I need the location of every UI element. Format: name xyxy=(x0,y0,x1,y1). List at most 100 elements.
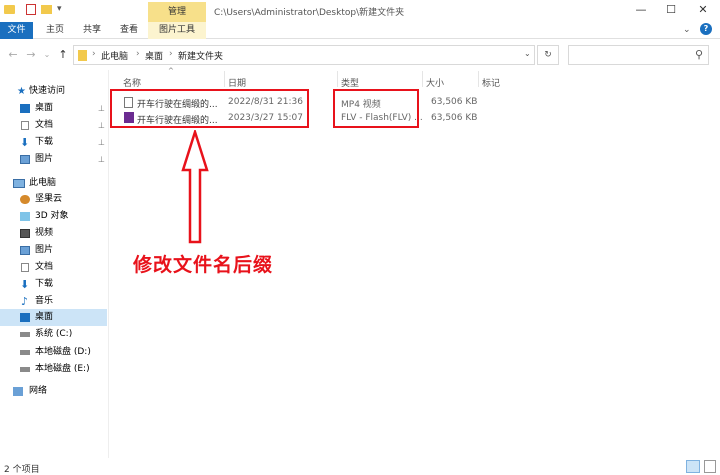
pin-icon[interactable]: ⊥ xyxy=(98,117,105,134)
nav-pictures[interactable]: 图片 ⊥ xyxy=(0,151,107,168)
nav-network[interactable]: 网络 xyxy=(0,383,107,400)
nav-downloads[interactable]: ⬇ 下载 ⊥ xyxy=(0,134,107,151)
nav-pictures-pc[interactable]: 图片 xyxy=(0,242,107,259)
nav-label: 本地磁盘 (E:) xyxy=(35,364,90,374)
ribbon-bar xyxy=(0,22,720,39)
nav-music[interactable]: ♪ 音乐 xyxy=(0,293,107,310)
nav-label: 网络 xyxy=(29,386,48,396)
up-arrow-annotation xyxy=(181,130,209,244)
column-divider xyxy=(224,71,225,87)
document-icon xyxy=(21,121,29,130)
file-size: 63,506 KB xyxy=(431,97,478,107)
breadcrumb-new-folder[interactable]: 新建文件夹 xyxy=(178,49,223,62)
annotation-text: 修改文件名后缀 xyxy=(133,254,274,276)
breadcrumb-separator: › xyxy=(92,49,96,59)
nav-documents[interactable]: 文档 ⊥ xyxy=(0,117,107,134)
nav-label: 图片 xyxy=(35,154,54,164)
desktop-icon xyxy=(20,104,30,113)
nav-this-pc[interactable]: 此电脑 xyxy=(0,175,107,192)
cube-icon xyxy=(20,212,30,221)
refresh-button[interactable]: ↻ xyxy=(537,45,559,65)
nav-label: 桌面 xyxy=(35,312,54,322)
drive-icon xyxy=(20,350,30,355)
search-icon: ⚲ xyxy=(695,48,704,61)
star-icon: ★ xyxy=(17,86,26,97)
minimize-button[interactable]: — xyxy=(634,3,648,17)
nav-quick-access[interactable]: ★ 快速访问 xyxy=(0,83,107,100)
breadcrumb-desktop[interactable]: 桌面 xyxy=(145,49,163,62)
nav-jianguoyun[interactable]: 坚果云 xyxy=(0,191,107,208)
address-bar[interactable] xyxy=(73,45,535,65)
computer-icon xyxy=(13,179,25,188)
manage-context-tab[interactable]: 管理 xyxy=(148,2,206,22)
close-button[interactable]: ✕ xyxy=(696,3,710,17)
nav-label: 音乐 xyxy=(35,296,54,306)
desktop-icon xyxy=(20,313,30,322)
back-button[interactable]: ← xyxy=(6,48,20,62)
picture-icon xyxy=(20,155,30,164)
picture-icon xyxy=(20,246,30,255)
nav-3d-objects[interactable]: 3D 对象 xyxy=(0,208,107,225)
new-folder-icon[interactable] xyxy=(41,5,52,14)
tab-picture-tools[interactable]: 图片工具 xyxy=(148,22,206,39)
file-size: 63,506 KB xyxy=(431,113,478,123)
maximize-button[interactable]: ☐ xyxy=(664,3,678,17)
nav-downloads-pc[interactable]: ⬇ 下载 xyxy=(0,276,107,293)
drive-icon xyxy=(20,332,30,337)
pin-icon[interactable]: ⊥ xyxy=(98,151,105,168)
document-icon xyxy=(21,263,29,272)
tab-view[interactable]: 查看 xyxy=(120,22,138,39)
column-header-tags[interactable]: 标记 xyxy=(482,76,500,89)
nav-drive-e[interactable]: 本地磁盘 (E:) xyxy=(0,361,107,378)
recent-locations-button[interactable]: ⌄ xyxy=(40,48,54,62)
column-divider xyxy=(422,71,423,87)
breadcrumb-this-pc[interactable]: 此电脑 xyxy=(101,49,128,62)
nav-pane-divider xyxy=(108,70,109,458)
tab-file[interactable]: 文件 xyxy=(0,22,33,39)
nav-label: 3D 对象 xyxy=(35,211,69,221)
column-header-name[interactable]: 名称 xyxy=(123,76,141,89)
nav-drive-d[interactable]: 本地磁盘 (D:) xyxy=(0,344,107,361)
nav-label: 下载 xyxy=(35,279,54,289)
nav-videos[interactable]: 视频 xyxy=(0,225,107,242)
nav-desktop[interactable]: 桌面 ⊥ xyxy=(0,100,107,117)
help-icon[interactable]: ? xyxy=(700,23,712,35)
column-header-date[interactable]: 日期 xyxy=(228,76,246,89)
nav-label: 桌面 xyxy=(35,103,54,113)
tab-home[interactable]: 主页 xyxy=(46,22,64,39)
large-icons-view-icon[interactable] xyxy=(704,460,716,473)
nav-label: 本地磁盘 (D:) xyxy=(35,347,91,357)
nav-label: 视频 xyxy=(35,228,54,238)
search-input[interactable] xyxy=(568,45,709,65)
nav-label: 快速访问 xyxy=(29,86,66,96)
film-icon xyxy=(20,229,30,238)
nav-label: 文档 xyxy=(35,120,54,130)
details-view-icon[interactable] xyxy=(686,460,700,473)
folder-icon xyxy=(78,50,87,61)
breadcrumb-separator: › xyxy=(136,49,140,59)
forward-button[interactable]: → xyxy=(24,48,38,62)
properties-icon[interactable] xyxy=(26,4,36,15)
up-button[interactable]: ↑ xyxy=(56,48,70,62)
nav-label: 文档 xyxy=(35,262,54,272)
nav-label: 此电脑 xyxy=(29,178,57,188)
column-header-size[interactable]: 大小 xyxy=(426,76,444,89)
breadcrumb-separator: › xyxy=(169,49,173,59)
pin-icon[interactable]: ⊥ xyxy=(98,134,105,151)
nav-desktop-pc-selected[interactable]: 桌面 xyxy=(0,309,107,326)
quick-access-toolbar-dropdown-icon[interactable]: ▾ xyxy=(57,4,62,14)
music-note-icon: ♪ xyxy=(21,295,29,308)
column-header-type[interactable]: 类型 xyxy=(341,76,359,89)
nav-label: 坚果云 xyxy=(35,194,63,204)
address-dropdown-icon[interactable]: ⌄ xyxy=(524,49,531,58)
pin-icon[interactable]: ⊥ xyxy=(98,100,105,117)
tab-share[interactable]: 共享 xyxy=(83,22,101,39)
download-icon: ⬇ xyxy=(20,278,30,291)
nav-documents-pc[interactable]: 文档 xyxy=(0,259,107,276)
ribbon-expand-icon[interactable]: ⌄ xyxy=(683,25,691,35)
nav-label: 系统 (C:) xyxy=(35,329,73,339)
nav-drive-c[interactable]: 系统 (C:) xyxy=(0,326,107,343)
status-bar xyxy=(0,458,720,475)
app-folder-icon xyxy=(4,5,15,14)
sort-indicator-icon: ^ xyxy=(168,67,174,75)
